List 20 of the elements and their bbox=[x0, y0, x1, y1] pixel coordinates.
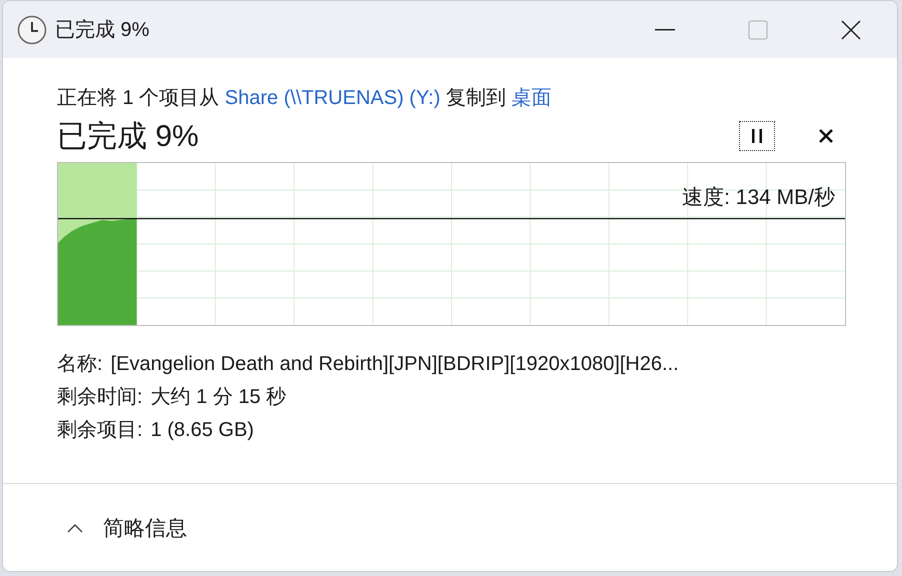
close-icon bbox=[840, 20, 860, 40]
close-icon bbox=[818, 128, 834, 144]
detail-label: 名称: bbox=[57, 352, 103, 377]
location-link[interactable]: Share (\\TRUENAS) (Y:) bbox=[224, 87, 440, 109]
progress-heading: 已完成 9% bbox=[57, 118, 200, 154]
clock-icon bbox=[17, 14, 47, 44]
location-link[interactable]: 桌面 bbox=[512, 87, 552, 109]
detail-value: 大约 1 分 15 秒 bbox=[150, 385, 286, 410]
window-title: 已完成 9% bbox=[55, 18, 150, 43]
detail-label: 剩余项目: bbox=[57, 418, 143, 443]
pause-icon bbox=[752, 129, 762, 143]
detail-value: 1 (8.65 GB) bbox=[150, 418, 254, 443]
speed-label: 速度: 134 MB/秒 bbox=[682, 185, 835, 211]
details-toggle[interactable]: 简略信息 bbox=[67, 514, 187, 542]
minimize-icon bbox=[654, 28, 674, 30]
copy-message: 正在将 1 个项目从 Share (\\TRUENAS) (Y:) 复制到 桌面 bbox=[57, 86, 553, 111]
maximize-icon bbox=[748, 20, 768, 40]
detail-label: 剩余时间: bbox=[57, 385, 143, 410]
detail-value: [Evangelion Death and Rebirth][JPN][BDRIP][1920x1080][H26... bbox=[110, 352, 679, 377]
pause-button[interactable] bbox=[739, 121, 775, 151]
